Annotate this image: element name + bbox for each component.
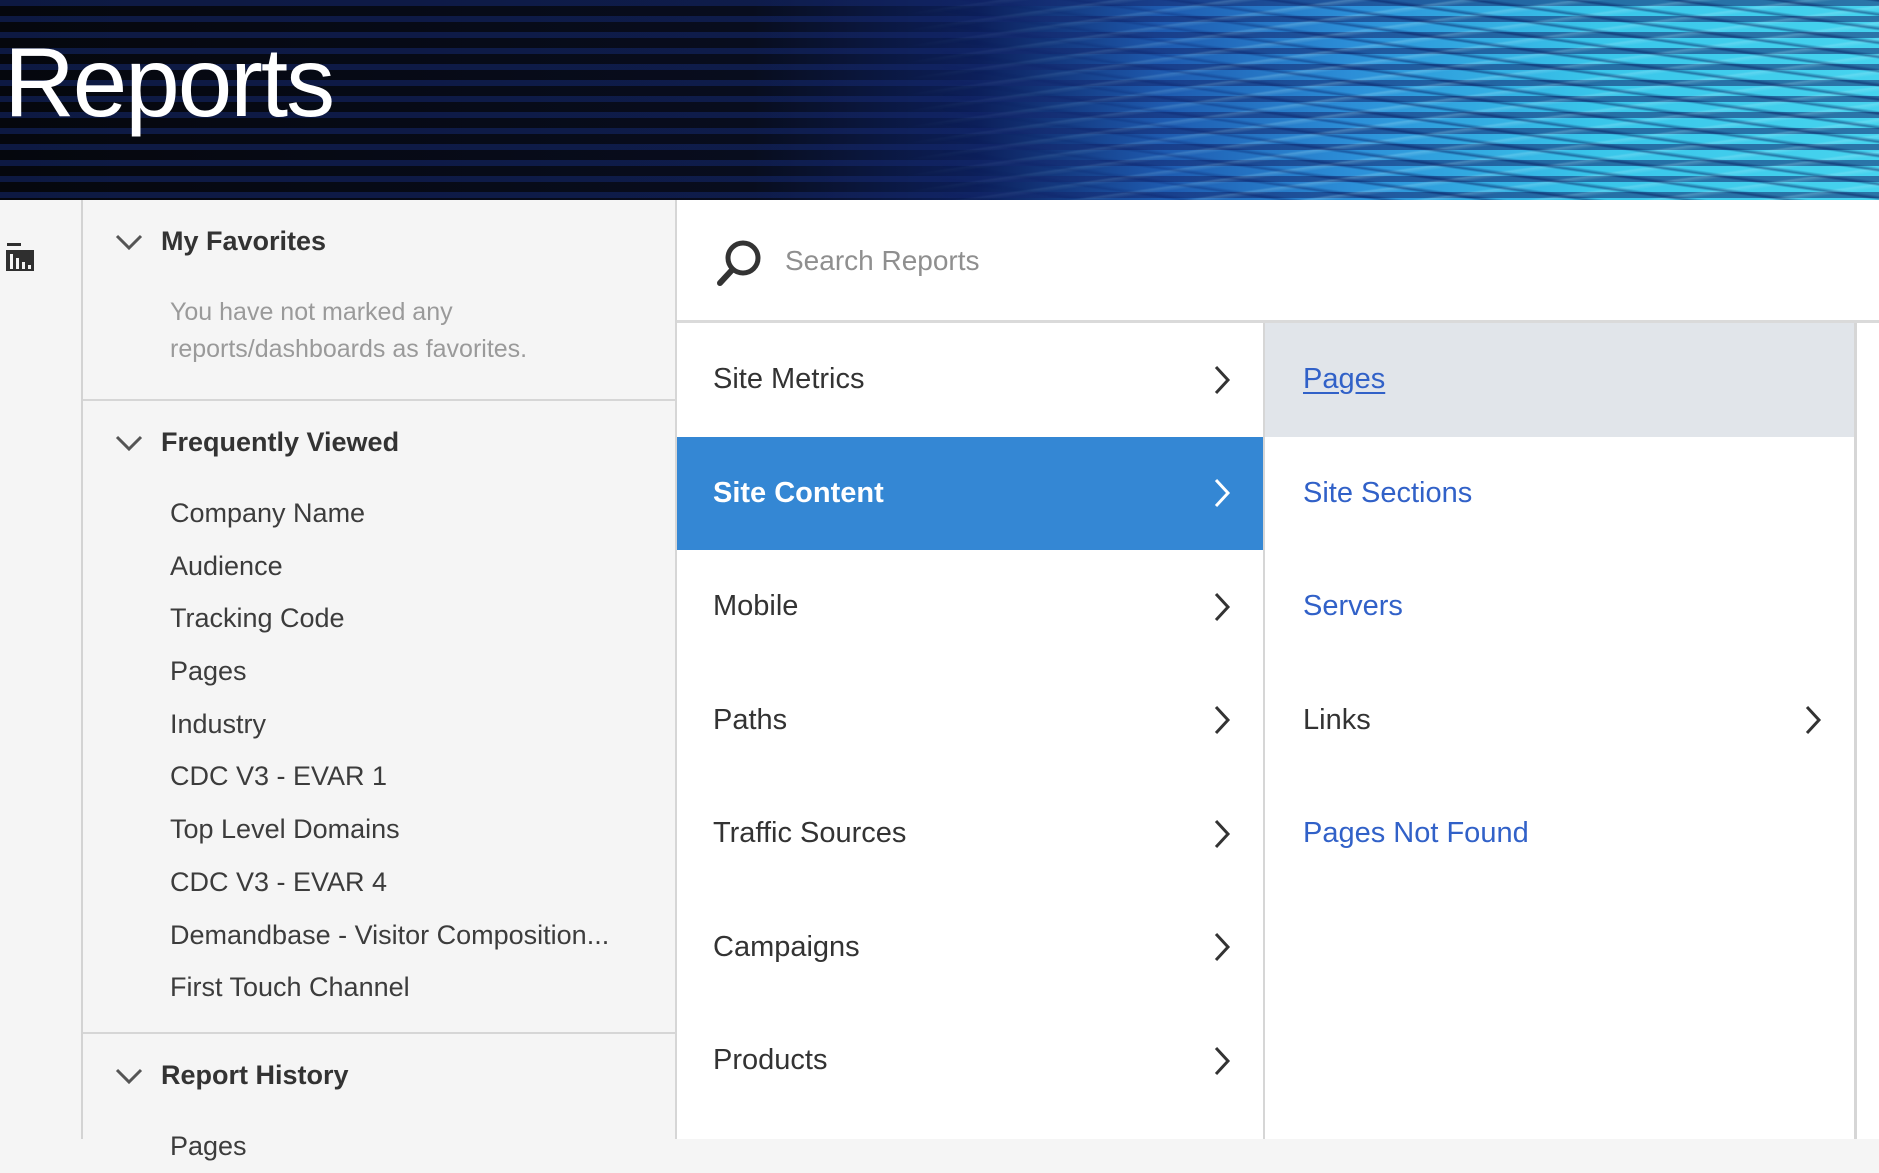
reports-icon[interactable]: [6, 242, 34, 272]
report-history-list: Pages: [170, 1120, 247, 1173]
header-banner: Reports: [0, 0, 1879, 200]
chevron-down-icon: [115, 234, 143, 250]
frequently-viewed-item[interactable]: Industry: [170, 698, 609, 751]
category-campaigns[interactable]: Campaigns: [677, 891, 1263, 1005]
frequently-viewed-list: Company Name Audience Tracking Code Page…: [170, 487, 609, 1014]
subcategory-label: Links: [1303, 703, 1371, 736]
category-label: Campaigns: [713, 930, 860, 963]
subcategory-list: Pages Site Sections Servers Links Pages …: [1265, 323, 1857, 1139]
category-label: Products: [713, 1044, 828, 1077]
chevron-right-icon: [1214, 365, 1231, 394]
chevron-down-icon: [115, 435, 143, 451]
chevron-right-icon: [1214, 933, 1231, 962]
category-site-metrics[interactable]: Site Metrics: [677, 323, 1263, 437]
search-input[interactable]: [785, 238, 1485, 284]
category-label: Mobile: [713, 590, 799, 623]
page-title: Reports: [4, 27, 335, 137]
subcategory-pages-not-found[interactable]: Pages Not Found: [1265, 777, 1854, 891]
subcategory-site-sections[interactable]: Site Sections: [1265, 437, 1854, 551]
chevron-right-icon: [1214, 479, 1231, 508]
subcategory-links[interactable]: Links: [1265, 664, 1854, 778]
subcategory-pages[interactable]: Pages: [1265, 323, 1854, 437]
frequently-viewed-item[interactable]: Audience: [170, 540, 609, 593]
chevron-right-icon: [1805, 706, 1822, 735]
empty-column: [1857, 323, 1879, 1139]
category-traffic-sources[interactable]: Traffic Sources: [677, 777, 1263, 891]
search-icon[interactable]: [715, 238, 763, 288]
category-site-content[interactable]: Site Content: [677, 436, 1263, 550]
search-bar: [677, 200, 1879, 323]
report-history-section: Report History Pages: [83, 1034, 675, 1161]
subcategory-link[interactable]: Servers: [1303, 590, 1403, 623]
frequently-viewed-section: Frequently Viewed Company Name Audience …: [83, 401, 675, 1034]
frequently-viewed-item[interactable]: CDC V3 - EVAR 1: [170, 750, 609, 803]
category-list: Site Metrics Site Content Mobile Paths T…: [677, 323, 1265, 1139]
favorites-empty-message: You have not marked any reports/dashboar…: [170, 298, 528, 363]
chevron-right-icon: [1214, 819, 1231, 848]
chevron-right-icon: [1214, 706, 1231, 735]
chevron-right-icon: [1214, 1046, 1231, 1075]
frequently-viewed-item[interactable]: First Touch Channel: [170, 961, 609, 1014]
category-label: Site Content: [713, 476, 884, 509]
frequently-viewed-item[interactable]: Top Level Domains: [170, 803, 609, 856]
frequently-viewed-item[interactable]: Company Name: [170, 487, 609, 540]
subcategory-link[interactable]: Pages Not Found: [1303, 817, 1529, 850]
category-products[interactable]: Products: [677, 1004, 1263, 1118]
category-label: Site Metrics: [713, 363, 865, 396]
frequently-viewed-item[interactable]: Tracking Code: [170, 592, 609, 645]
frequently-viewed-toggle[interactable]: Frequently Viewed: [115, 427, 399, 458]
report-history-toggle[interactable]: Report History: [115, 1060, 349, 1091]
subcategory-servers[interactable]: Servers: [1265, 550, 1854, 664]
favorites-section: My Favorites You have not marked any rep…: [83, 200, 675, 401]
frequently-viewed-item[interactable]: CDC V3 - EVAR 4: [170, 856, 609, 909]
category-mobile[interactable]: Mobile: [677, 550, 1263, 664]
report-history-title: Report History: [161, 1060, 349, 1090]
frequently-viewed-item[interactable]: Pages: [170, 645, 609, 698]
favorites-toggle[interactable]: My Favorites: [115, 226, 326, 257]
report-history-item[interactable]: Pages: [170, 1120, 247, 1173]
frequently-viewed-title: Frequently Viewed: [161, 427, 400, 457]
chevron-right-icon: [1214, 592, 1231, 621]
left-rail: [0, 200, 83, 1139]
category-label: Traffic Sources: [713, 817, 907, 850]
chevron-down-icon: [115, 1068, 143, 1084]
subcategory-link[interactable]: Pages: [1303, 363, 1385, 396]
category-paths[interactable]: Paths: [677, 664, 1263, 778]
frequently-viewed-item[interactable]: Demandbase - Visitor Composition...: [170, 909, 609, 962]
category-label: Paths: [713, 703, 788, 736]
favorites-title: My Favorites: [161, 226, 327, 256]
sidebar-panel: My Favorites You have not marked any rep…: [83, 200, 677, 1161]
subcategory-link[interactable]: Site Sections: [1303, 477, 1472, 510]
